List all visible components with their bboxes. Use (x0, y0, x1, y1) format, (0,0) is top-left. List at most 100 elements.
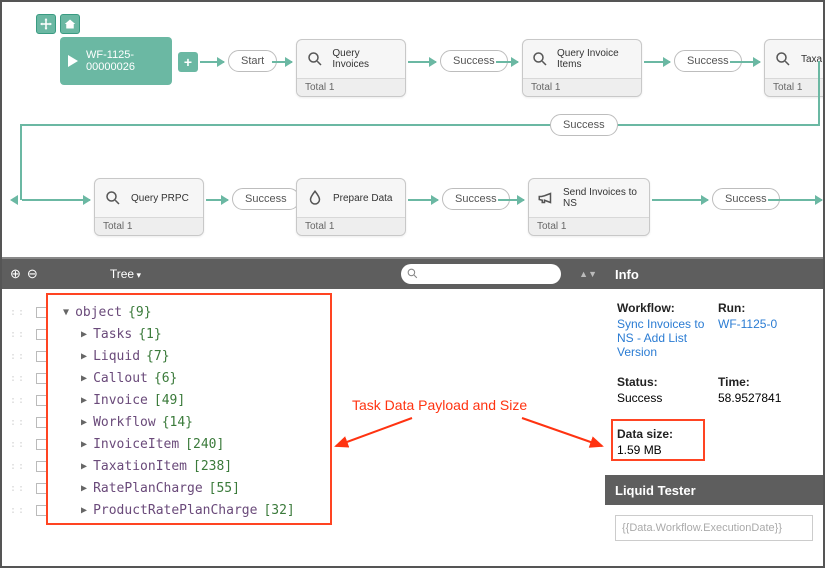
tree-root[interactable]: ::▼object{9} (2, 301, 605, 323)
workflow-label: Workflow: (617, 301, 710, 315)
tree-node[interactable]: ::▶ ProductRatePlanCharge [32] (2, 499, 605, 521)
flow-arrow (408, 61, 436, 63)
canvas-toolbar (36, 14, 80, 34)
tree-node[interactable]: ::▶Callout{6} (2, 367, 605, 389)
node-total: Total 1 (95, 217, 203, 235)
drag-handle-icon[interactable]: :: (10, 483, 26, 494)
caret-icon[interactable]: ▼ (63, 307, 69, 318)
flow-arrow (496, 61, 518, 63)
tree-count: {6} (154, 371, 177, 386)
checkbox[interactable] (36, 351, 47, 362)
drag-handle-icon[interactable]: :: (10, 329, 26, 340)
drag-handle-icon[interactable]: :: (10, 417, 26, 428)
node-query-invoice-items[interactable]: Query Invoice Items Total 1 (522, 39, 642, 97)
run-label: Run: (718, 301, 811, 315)
search-icon (773, 49, 793, 69)
caret-icon[interactable]: ▶ (81, 417, 87, 428)
search-nav[interactable]: ▲▼ (579, 269, 597, 279)
time-label: Time: (718, 375, 811, 389)
drag-handle-icon[interactable]: :: (10, 395, 26, 406)
flow-arrow (652, 199, 708, 201)
checkbox[interactable] (36, 505, 47, 516)
tree-key: Invoice (93, 393, 148, 408)
annotation-arrows (332, 410, 612, 460)
node-query-invoices[interactable]: Query Invoices Total 1 (296, 39, 406, 97)
caret-icon[interactable]: ▶ (81, 395, 87, 406)
tree-header: ⊕ ⊖ Tree ▲▼ (2, 259, 605, 289)
liquid-tester-header: Liquid Tester (605, 475, 823, 505)
flow-line (818, 61, 820, 124)
node-label: Send Invoices to NS (563, 187, 641, 209)
node-query-prpc[interactable]: Query PRPC Total 1 (94, 178, 204, 236)
node-prepare-data[interactable]: Prepare Data Total 1 (296, 178, 406, 236)
flow-arrow (644, 61, 670, 63)
drag-handle-icon[interactable]: :: (10, 439, 26, 450)
drag-handle-icon[interactable]: :: (10, 461, 26, 472)
collapse-all-icon[interactable]: ⊖ (27, 266, 38, 282)
success-pill[interactable]: Success (550, 114, 618, 136)
play-icon (68, 55, 78, 67)
home-button[interactable] (60, 14, 80, 34)
tree-node[interactable]: ::▶Tasks{1} (2, 323, 605, 345)
drag-handle-icon[interactable]: :: (10, 505, 26, 516)
caret-icon[interactable]: ▶ (81, 439, 87, 450)
tree-count: [55] (209, 481, 240, 496)
tree-node[interactable]: ::▶RatePlanCharge[55] (2, 477, 605, 499)
expand-all-icon[interactable]: ⊕ (10, 266, 21, 282)
caret-icon[interactable]: ▶ (81, 461, 87, 472)
status-label: Status: (617, 375, 710, 389)
checkbox[interactable] (36, 307, 47, 318)
tree-node[interactable]: ::▶ Liquid {7} (2, 345, 605, 367)
workflow-id-label: WF-1125-00000026 (86, 49, 164, 73)
search-icon (531, 49, 549, 69)
view-mode-dropdown[interactable]: Tree (110, 267, 141, 281)
caret-icon[interactable]: ▶ (81, 351, 87, 362)
tree-key: object (75, 305, 122, 320)
datasize-value: 1.59 MB (617, 443, 811, 457)
checkbox[interactable] (36, 395, 47, 406)
tree-key: Liquid (93, 349, 140, 364)
caret-icon[interactable]: ▶ (81, 329, 87, 340)
tree-count: {7} (146, 349, 169, 364)
node-total: Total 1 (529, 217, 649, 235)
workflow-link[interactable]: Sync Invoices to NS - Add List Version (617, 317, 710, 359)
tree-count: [240] (185, 437, 224, 452)
tree-search-input[interactable] (401, 264, 561, 284)
node-total: Total 1 (765, 78, 823, 96)
node-label: Prepare Data (333, 193, 392, 204)
tree-count: {14} (162, 415, 193, 430)
checkbox[interactable] (36, 329, 47, 340)
caret-icon[interactable]: ▶ (81, 505, 87, 516)
caret-icon[interactable]: ▶ (81, 483, 87, 494)
tree-count: [49] (154, 393, 185, 408)
node-total: Total 1 (523, 78, 641, 96)
tree-count: {1} (138, 327, 161, 342)
tree-count: [238] (193, 459, 232, 474)
search-icon (103, 188, 123, 208)
annotation-text: Task Data Payload and Size (352, 397, 527, 413)
checkbox[interactable] (36, 461, 47, 472)
tree-key: ProductRatePlanCharge (93, 503, 257, 518)
start-pill[interactable]: Start (228, 50, 277, 72)
drag-handle-icon[interactable]: :: (10, 351, 26, 362)
node-send-invoices[interactable]: Send Invoices to NS Total 1 (528, 178, 650, 236)
tree-count: [32] (263, 503, 294, 518)
checkbox[interactable] (36, 483, 47, 494)
caret-icon[interactable]: ▶ (81, 373, 87, 384)
flow-line (20, 124, 820, 126)
drag-handle-icon[interactable]: :: (10, 373, 26, 384)
run-link[interactable]: WF-1125-0 (718, 317, 811, 331)
checkbox[interactable] (36, 439, 47, 450)
workflow-start-block[interactable]: WF-1125-00000026 (60, 37, 172, 85)
add-node-button[interactable]: + (178, 52, 198, 72)
checkbox[interactable] (36, 417, 47, 428)
checkbox[interactable] (36, 373, 47, 384)
success-pill[interactable]: Success (232, 188, 300, 210)
workflow-canvas[interactable]: WF-1125-00000026 + Start Query Invoices … (2, 2, 823, 252)
search-icon (305, 49, 324, 69)
move-button[interactable] (36, 14, 56, 34)
status-value: Success (617, 391, 710, 405)
node-taxation[interactable]: Taxa Total 1 (764, 39, 823, 97)
liquid-input[interactable]: {{Data.Workflow.ExecutionDate}} (615, 515, 813, 541)
drag-handle-icon[interactable]: :: (10, 307, 26, 318)
